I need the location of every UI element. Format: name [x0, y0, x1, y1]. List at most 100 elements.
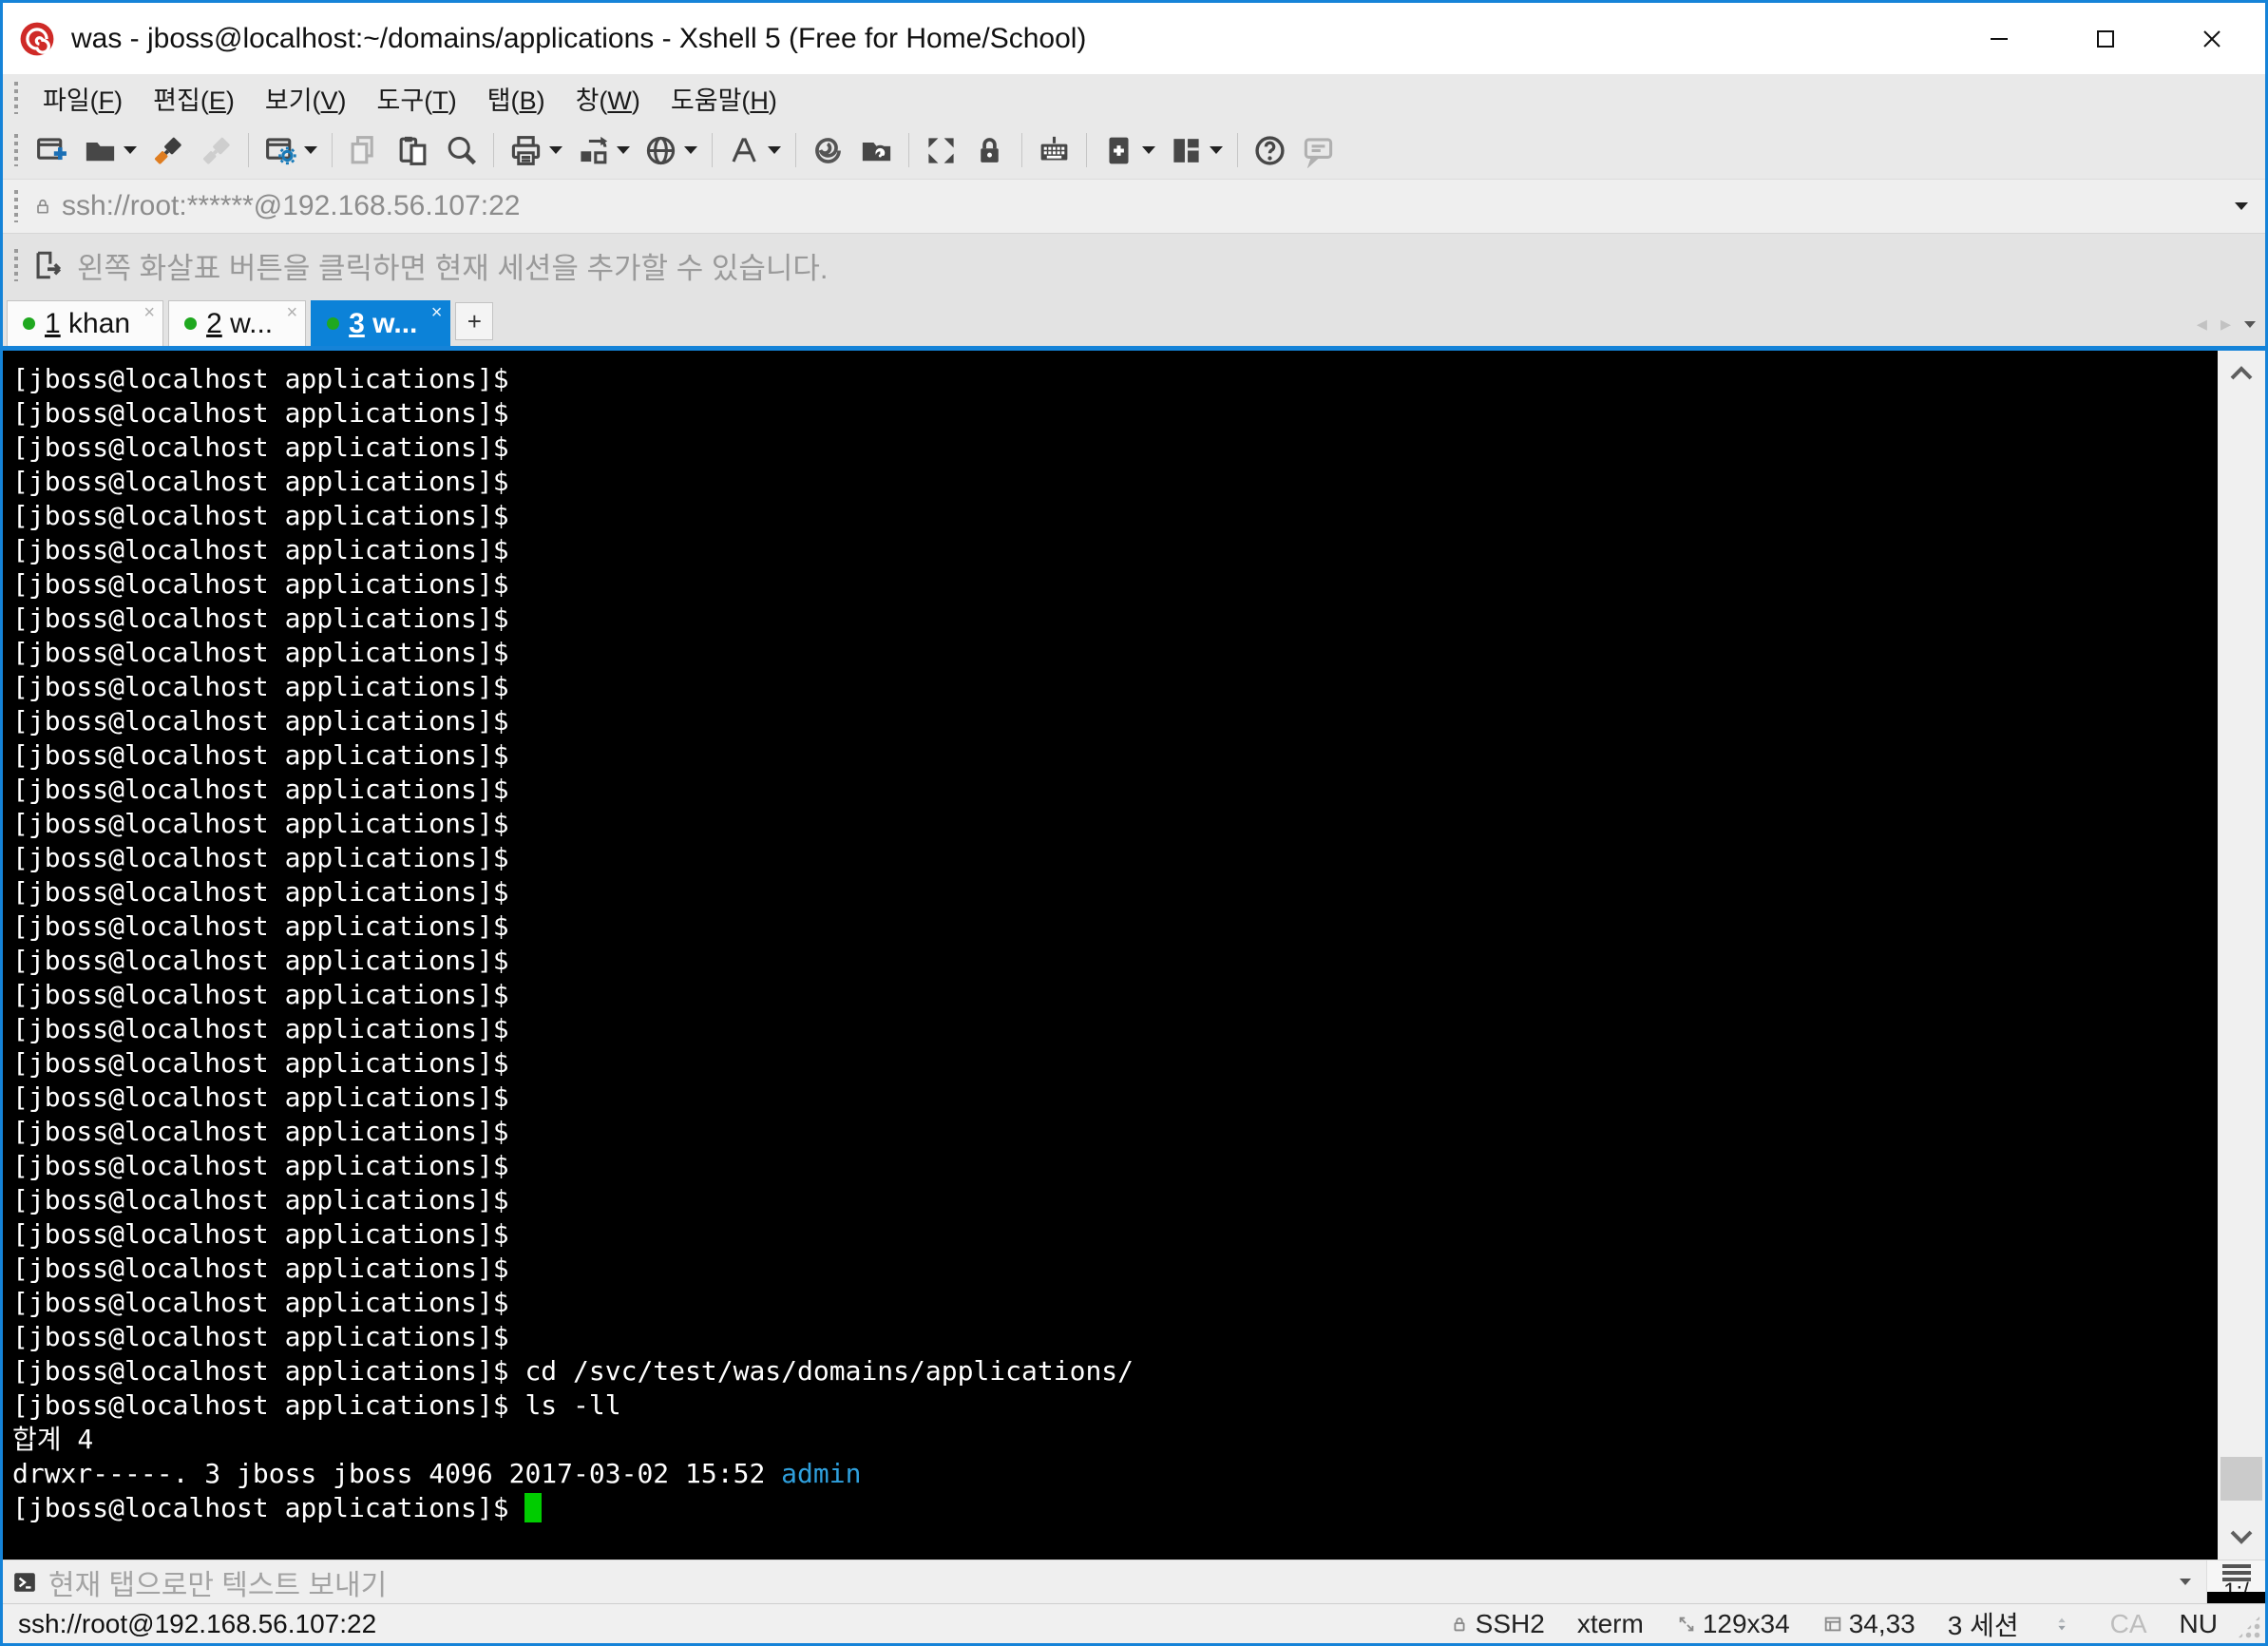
tab-3[interactable]: 3 w... ×	[311, 300, 451, 346]
connect-button[interactable]	[143, 129, 192, 172]
terminal-line: [jboss@localhost applications]$	[12, 910, 509, 942]
toolbar-separator	[1086, 133, 1087, 167]
font-button[interactable]	[720, 129, 788, 172]
session-status-dot	[23, 317, 35, 330]
tab-scroll-right-icon[interactable]: ▸	[2220, 312, 2231, 336]
terminal-line: [jboss@localhost applications]$	[12, 1081, 509, 1113]
help-button[interactable]	[1246, 129, 1294, 172]
menu-item-h[interactable]: 도움말(H)	[656, 74, 792, 123]
address-input[interactable]: ssh://root:******@192.168.56.107:22	[62, 190, 2229, 222]
terminal-line: [jboss@localhost applications]$ ls -ll	[12, 1389, 621, 1421]
lock-icon	[37, 199, 48, 214]
window-plus-icon	[37, 137, 67, 160]
xshell-button[interactable]	[804, 129, 852, 172]
new-tab-button[interactable]: +	[455, 302, 494, 340]
fullscreen-button[interactable]	[917, 129, 965, 172]
paste-button[interactable]	[389, 129, 437, 172]
xftp-button[interactable]	[852, 129, 901, 172]
menu-item-b[interactable]: 탭(B)	[472, 74, 561, 123]
find-button[interactable]	[437, 129, 486, 172]
status-bar: ssh://root@192.168.56.107:22 SSH2 xterm 12…	[3, 1603, 2265, 1643]
info-message: 왼쪽 화살표 버튼을 클릭하면 현재 세션을 추가할 수 있습니다.	[77, 251, 829, 285]
font-icon	[732, 137, 756, 163]
chevron-down-icon[interactable]	[684, 146, 697, 154]
terminal-line: [jboss@localhost applications]$	[12, 1184, 509, 1215]
send-text-bar[interactable]: 현재 탭으로만 텍스트 보내기 1:/	[3, 1560, 2265, 1603]
tab-2[interactable]: 2 w... ×	[168, 300, 307, 346]
disconnect-button	[192, 129, 240, 172]
window-title: was - jboss@localhost:~/domains/applicat…	[71, 22, 1087, 54]
transfer-button[interactable]	[569, 129, 637, 172]
web-button[interactable]	[637, 129, 704, 172]
menu-item-w[interactable]: 창(W)	[561, 74, 656, 123]
address-bar[interactable]: ssh://root:******@192.168.56.107:22	[3, 179, 2265, 234]
menu-item-v[interactable]: 보기(V)	[250, 74, 362, 123]
tab-close-icon[interactable]: ×	[286, 303, 297, 322]
tab-close-icon[interactable]: ×	[431, 303, 443, 322]
layout-icon	[1173, 138, 1199, 163]
new-session-button[interactable]	[28, 129, 76, 172]
scrollbar-thumb[interactable]	[2220, 1457, 2262, 1501]
tab-close-icon[interactable]: ×	[143, 303, 155, 322]
menu-item-t[interactable]: 도구(T)	[362, 74, 472, 123]
terminal-line: [jboss@localhost applications]$	[12, 671, 509, 702]
tab-list-dropdown-icon[interactable]	[2244, 320, 2256, 328]
lock-icon	[981, 137, 999, 163]
folder-icon	[86, 142, 115, 161]
chevron-down-icon[interactable]	[768, 146, 781, 154]
sendbar-collapse-icon[interactable]	[2180, 1579, 2191, 1585]
chevron-down-icon[interactable]	[304, 146, 317, 154]
sendbar-menu[interactable]: 1:/	[2206, 1560, 2265, 1603]
terminal-line: [jboss@localhost applications]$	[12, 1116, 509, 1147]
terminal-scrollbar[interactable]	[2218, 351, 2265, 1560]
menubar-drag-handle[interactable]	[12, 82, 20, 114]
toolbar-drag-handle[interactable]	[12, 134, 20, 166]
info-bar: 왼쪽 화살표 버튼을 클릭하면 현재 세션을 추가할 수 있습니다.	[3, 234, 2265, 297]
terminal-line: [jboss@localhost applications]$	[12, 568, 509, 600]
chevron-up-icon[interactable]	[2226, 358, 2257, 389]
address-dropdown-icon[interactable]	[2235, 202, 2248, 210]
print-button[interactable]	[502, 129, 569, 172]
status-num-indicator: NU	[2179, 1608, 2218, 1638]
tab-scroll-left-icon[interactable]: ◂	[2197, 312, 2207, 336]
xshell-window: was - jboss@localhost:~/domains/applicat…	[0, 0, 2268, 1646]
chevron-down-icon[interactable]	[1142, 146, 1155, 154]
toolbar-separator	[795, 133, 796, 167]
chevron-down-icon[interactable]	[617, 146, 630, 154]
status-terminal-size: 129x34	[1676, 1609, 1790, 1639]
terminal[interactable]: [jboss@localhost applications]$ [jboss@lo…	[3, 351, 2218, 1560]
terminal-line: [jboss@localhost applications]$	[12, 637, 509, 668]
copy-icon	[351, 135, 373, 163]
minimize-button[interactable]	[1946, 3, 2052, 74]
terminal-line: [jboss@localhost applications]$	[12, 1218, 509, 1250]
session-properties-button[interactable]	[257, 129, 324, 172]
addressbar-drag-handle[interactable]	[12, 190, 20, 222]
terminal-line: [jboss@localhost applications]$	[12, 1047, 509, 1079]
open-session-button[interactable]	[76, 129, 143, 172]
chevron-down-icon[interactable]	[549, 146, 562, 154]
lock-button[interactable]	[965, 129, 1014, 172]
copy-button	[340, 129, 389, 172]
feedback-button	[1294, 129, 1343, 172]
resize-grip[interactable]	[2237, 1615, 2261, 1639]
layout-button[interactable]	[1162, 129, 1229, 172]
toolbar-separator	[493, 133, 494, 167]
window-gear-icon	[266, 137, 296, 164]
close-button[interactable]	[2159, 3, 2265, 74]
plug-disconnect-icon	[202, 137, 230, 164]
terminal-line: [jboss@localhost applications]$	[12, 534, 509, 565]
menu-item-f[interactable]: 파일(F)	[28, 74, 138, 123]
menu-item-e[interactable]: 편집(E)	[138, 74, 250, 123]
tab-1[interactable]: 1 khan ×	[7, 300, 164, 346]
file-plus-icon	[1109, 137, 1129, 163]
terminal-size-icon	[1679, 1617, 1694, 1631]
terminal-line: [jboss@localhost applications]$	[12, 603, 509, 634]
terminal-line: [jboss@localhost applications]$	[12, 1321, 509, 1352]
keyboard-button[interactable]	[1030, 129, 1078, 172]
infobar-drag-handle[interactable]	[12, 249, 20, 281]
maximize-button[interactable]	[2052, 3, 2159, 74]
chevron-down-icon[interactable]	[2226, 1522, 2257, 1552]
chevron-down-icon[interactable]	[124, 146, 137, 154]
chevron-down-icon[interactable]	[1210, 146, 1223, 154]
new-file-button[interactable]	[1095, 129, 1162, 172]
